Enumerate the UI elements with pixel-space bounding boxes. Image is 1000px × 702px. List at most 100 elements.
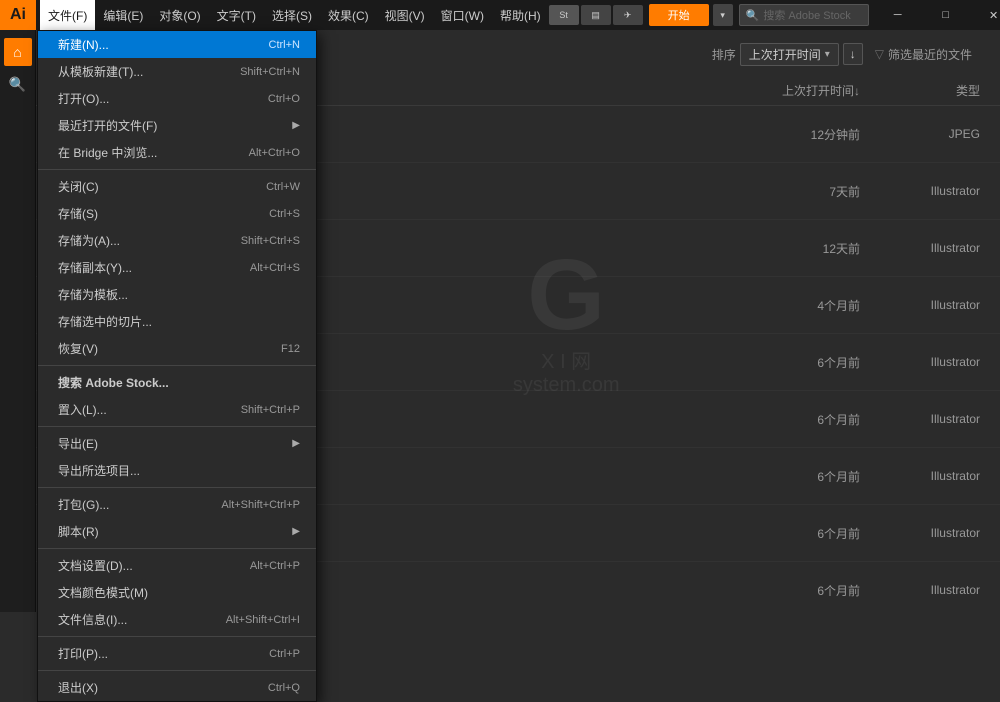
menu-item-save-copy-shortcut: Alt+Ctrl+S <box>250 262 300 274</box>
file-date: 7天前 <box>700 183 860 200</box>
menu-item-new-label: 新建(N)... <box>58 36 269 53</box>
sort-label: 排序 <box>712 46 736 63</box>
submenu-arrow-icon: ▶ <box>292 120 300 131</box>
menu-item-package[interactable]: 打包(G)... Alt+Shift+Ctrl+P <box>38 491 316 518</box>
filter-icon: ▽ <box>875 47 884 61</box>
menu-item-save-as-label: 存储为(A)... <box>58 232 241 249</box>
menu-item-color-mode-label: 文档颜色模式(M) <box>58 584 300 601</box>
menu-item-open-shortcut: Ctrl+O <box>268 93 300 105</box>
sort-value: 上次打开时间 <box>749 46 821 63</box>
menu-item-print-shortcut: Ctrl+P <box>269 648 300 660</box>
filter-area: ▽ 筛选最近的文件 <box>867 44 980 65</box>
menu-item-save[interactable]: 存储(S) Ctrl+S <box>38 200 316 227</box>
separator-6 <box>38 636 316 637</box>
menu-item-save-label: 存储(S) <box>58 205 269 222</box>
menu-item-bridge-shortcut: Alt+Ctrl+O <box>249 147 300 159</box>
menu-item-revert-label: 恢复(V) <box>58 340 281 357</box>
menu-item-file-info-shortcut: Alt+Shift+Ctrl+I <box>226 614 300 626</box>
menu-item-file-info[interactable]: 文件信息(I)... Alt+Shift+Ctrl+I <box>38 606 316 633</box>
menu-item-export-selected-label: 导出所选项目... <box>58 462 300 479</box>
menu-item-save-copy-label: 存储副本(Y)... <box>58 259 250 276</box>
menu-text[interactable]: 文字(T) <box>209 0 264 30</box>
menu-item-place-shortcut: Shift+Ctrl+P <box>241 404 300 416</box>
file-date: 6个月前 <box>700 354 860 371</box>
submenu-export-arrow-icon: ▶ <box>292 438 300 449</box>
file-date: 6个月前 <box>700 411 860 428</box>
menu-item-doc-settings-label: 文档设置(D)... <box>58 557 250 574</box>
ps-icon: St <box>549 5 579 25</box>
menu-item-save-slices[interactable]: 存储选中的切片... <box>38 308 316 335</box>
menu-item-open-label: 打开(O)... <box>58 90 268 107</box>
menubar: 文件(F) 编辑(E) 对象(O) 文字(T) 选择(S) 效果(C) 视图(V… <box>36 0 549 30</box>
file-type: Illustrator <box>860 184 980 198</box>
menu-item-doc-settings-shortcut: Alt+Ctrl+P <box>250 560 300 572</box>
menu-item-new[interactable]: 新建(N)... Ctrl+N <box>38 31 316 58</box>
menu-item-bridge-label: 在 Bridge 中浏览... <box>58 144 249 161</box>
send-icon: ✈ <box>613 5 643 25</box>
menu-item-package-label: 打包(G)... <box>58 496 221 513</box>
menu-item-place-label: 置入(L)... <box>58 401 241 418</box>
expand-button[interactable]: ▾ <box>713 4 733 26</box>
menu-item-stock-label: 搜索 Adobe Stock... <box>58 374 300 391</box>
menu-item-save-template[interactable]: 存储为模板... <box>38 281 316 308</box>
menu-view[interactable]: 视图(V) <box>377 0 433 30</box>
file-type: Illustrator <box>860 583 980 597</box>
file-type: Illustrator <box>860 469 980 483</box>
search-placeholder: 搜索 Adobe Stock <box>763 7 850 23</box>
menu-item-exit[interactable]: 退出(X) Ctrl+Q <box>38 674 316 701</box>
left-sidebar: ⌂ 🔍 <box>0 30 36 612</box>
file-type: Illustrator <box>860 412 980 426</box>
sort-direction-button[interactable]: ↓ <box>843 43 863 65</box>
menu-item-place[interactable]: 置入(L)... Shift+Ctrl+P <box>38 396 316 423</box>
sidebar-home-icon[interactable]: ⌂ <box>4 38 32 66</box>
menu-window[interactable]: 窗口(W) <box>433 0 492 30</box>
menu-item-open[interactable]: 打开(O)... Ctrl+O <box>38 85 316 112</box>
separator-4 <box>38 487 316 488</box>
menu-item-close[interactable]: 关闭(C) Ctrl+W <box>38 173 316 200</box>
menu-item-stock[interactable]: 搜索 Adobe Stock... <box>38 369 316 396</box>
header-date: 上次打开时间↓ <box>700 82 860 99</box>
file-type: Illustrator <box>860 298 980 312</box>
menu-item-revert[interactable]: 恢复(V) F12 <box>38 335 316 362</box>
menu-item-print[interactable]: 打印(P)... Ctrl+P <box>38 640 316 667</box>
menu-item-new-template[interactable]: 从模板新建(T)... Shift+Ctrl+N <box>38 58 316 85</box>
menu-item-save-copy[interactable]: 存储副本(Y)... Alt+Ctrl+S <box>38 254 316 281</box>
filter-label: 筛选最近的文件 <box>888 46 972 63</box>
menu-select[interactable]: 选择(S) <box>264 0 320 30</box>
menu-item-close-shortcut: Ctrl+W <box>266 181 300 193</box>
menu-item-file-info-label: 文件信息(I)... <box>58 611 226 628</box>
file-date: 6个月前 <box>700 525 860 542</box>
close-button[interactable]: ✕ <box>971 0 1000 30</box>
menu-item-export[interactable]: 导出(E) ▶ <box>38 430 316 457</box>
menu-item-new-shortcut: Ctrl+N <box>269 39 300 51</box>
menu-item-export-selected[interactable]: 导出所选项目... <box>38 457 316 484</box>
sidebar-search-icon[interactable]: 🔍 <box>4 70 32 98</box>
menu-item-revert-shortcut: F12 <box>281 343 300 355</box>
menu-edit[interactable]: 编辑(E) <box>95 0 151 30</box>
sort-chevron-icon: ▾ <box>825 49 830 60</box>
separator-1 <box>38 169 316 170</box>
start-button[interactable]: 开始 <box>649 4 709 26</box>
menu-item-recent[interactable]: 最近打开的文件(F) ▶ <box>38 112 316 139</box>
menu-item-bridge[interactable]: 在 Bridge 中浏览... Alt+Ctrl+O <box>38 139 316 166</box>
menu-item-doc-settings[interactable]: 文档设置(D)... Alt+Ctrl+P <box>38 552 316 579</box>
separator-3 <box>38 426 316 427</box>
search-icon: 🔍 <box>746 9 760 22</box>
menu-item-color-mode[interactable]: 文档颜色模式(M) <box>38 579 316 606</box>
sort-dropdown[interactable]: 上次打开时间 ▾ <box>740 43 839 66</box>
menu-item-new-template-label: 从模板新建(T)... <box>58 63 240 80</box>
menu-item-save-as-shortcut: Shift+Ctrl+S <box>241 235 300 247</box>
menu-item-package-shortcut: Alt+Shift+Ctrl+P <box>221 499 300 511</box>
menu-help[interactable]: 帮助(H) <box>492 0 549 30</box>
separator-2 <box>38 365 316 366</box>
file-date: 12分钟前 <box>700 126 860 143</box>
maximize-button[interactable]: □ <box>923 0 969 30</box>
menu-file[interactable]: 文件(F) <box>40 0 95 30</box>
menu-item-save-as[interactable]: 存储为(A)... Shift+Ctrl+S <box>38 227 316 254</box>
menu-item-save-slices-label: 存储选中的切片... <box>58 313 300 330</box>
menu-item-scripts[interactable]: 脚本(R) ▶ <box>38 518 316 545</box>
menu-effect[interactable]: 效果(C) <box>320 0 377 30</box>
search-bar[interactable]: 🔍 搜索 Adobe Stock <box>739 4 869 26</box>
minimize-button[interactable]: ─ <box>875 0 921 30</box>
menu-object[interactable]: 对象(O) <box>151 0 208 30</box>
